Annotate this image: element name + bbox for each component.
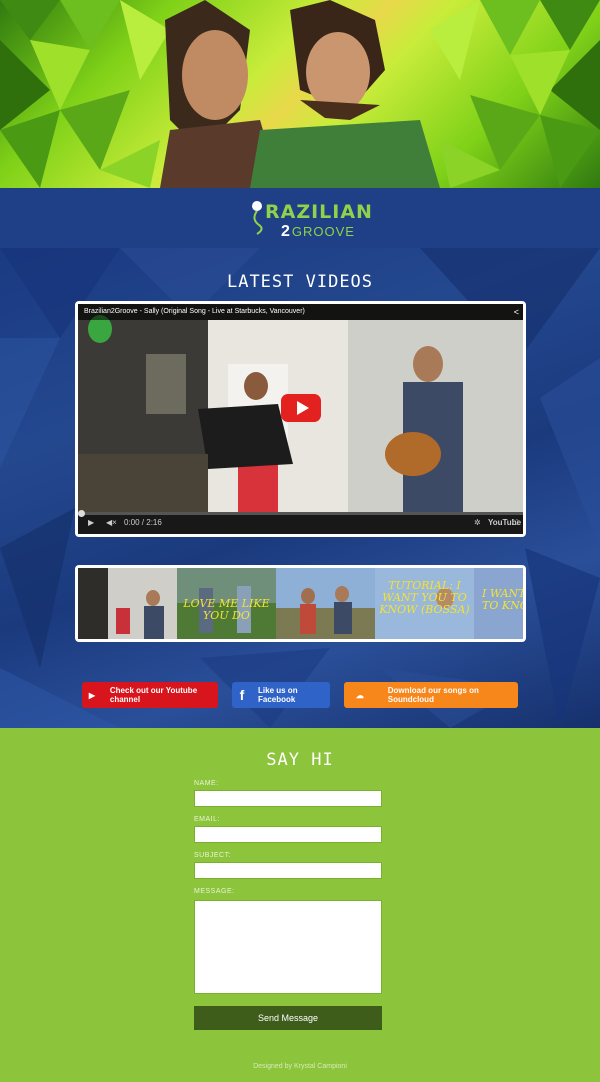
logo-bar: RAZILIAN 2GROOVE (0, 188, 600, 248)
email-label: EMAIL: (194, 816, 220, 823)
videos-section: Latest Videos Brazilian2Groove - Sally (… (0, 248, 600, 728)
youtube-icon: ▶ (88, 690, 96, 700)
progress-bar[interactable] (78, 510, 523, 517)
play-button[interactable] (281, 394, 321, 422)
name-label: NAME: (194, 780, 219, 787)
youtube-channel-button[interactable]: ▶ Check out our Youtube channel (82, 682, 218, 708)
video-controls: ▶ ◀× 0:00 / 2:16 ✲ YouTube ⛶ (78, 510, 523, 534)
subject-label: SUBJECT: (194, 852, 232, 859)
video-player[interactable]: Brazilian2Groove - Sally (Original Song … (75, 301, 526, 537)
hero-banner (0, 0, 600, 188)
say-hi-heading: Say Hi (266, 750, 334, 770)
microphone-icon (252, 201, 263, 235)
time-display: 0:00 / 2:16 (124, 518, 162, 527)
hero-illustration (0, 0, 600, 188)
video-thumbnail[interactable] (78, 568, 177, 639)
video-thumbnail[interactable]: I WANT YOU TO KNOW (474, 568, 523, 639)
thumbnail-image (78, 568, 177, 639)
fullscreen-icon[interactable]: ⛶ (512, 518, 518, 528)
settings-icon[interactable]: ✲ (474, 518, 481, 527)
contact-section: Say Hi NAME: EMAIL: SUBJECT: MESSAGE: Se… (0, 728, 600, 1082)
message-label: MESSAGE: (194, 888, 235, 895)
thumbnail-image (276, 568, 375, 639)
logo-text-top: RAZILIAN (265, 201, 373, 223)
subject-field[interactable] (194, 862, 382, 879)
footer-credit: Designed by Krystal Campioni (253, 1063, 347, 1070)
share-icon[interactable]: < (514, 307, 519, 317)
volume-icon[interactable]: ◀× (106, 518, 117, 527)
send-message-button[interactable]: Send Message (194, 1006, 382, 1030)
soundcloud-button[interactable]: ☁ Download our songs on Soundcloud (344, 682, 518, 708)
progress-knob[interactable] (78, 510, 85, 517)
video-thumbnail[interactable]: LOVE ME LIKE YOU DO (177, 568, 276, 639)
logo-text-bottom: 2GROOVE (281, 223, 355, 240)
message-textarea[interactable] (194, 900, 382, 994)
soundcloud-icon: ☁ (355, 690, 364, 700)
play-icon[interactable]: ▶ (88, 518, 94, 527)
facebook-button[interactable]: f Like us on Facebook (232, 682, 330, 708)
video-title[interactable]: Brazilian2Groove - Sally (Original Song … (78, 304, 523, 320)
video-thumbnail[interactable]: TUTORIAL: I WANT YOU TO KNOW (BOSSA) (375, 568, 474, 639)
facebook-icon: f (239, 687, 245, 703)
latest-videos-heading: Latest Videos (226, 272, 374, 292)
video-screen[interactable]: Brazilian2Groove - Sally (Original Song … (78, 304, 523, 534)
email-field[interactable] (194, 826, 382, 843)
video-thumbnail[interactable] (276, 568, 375, 639)
name-field[interactable] (194, 790, 382, 807)
brand-logo[interactable]: RAZILIAN 2GROOVE (245, 193, 372, 243)
video-thumbnail-strip: LOVE ME LIKE YOU DO TUTORIAL: I WANT YOU… (75, 565, 526, 642)
